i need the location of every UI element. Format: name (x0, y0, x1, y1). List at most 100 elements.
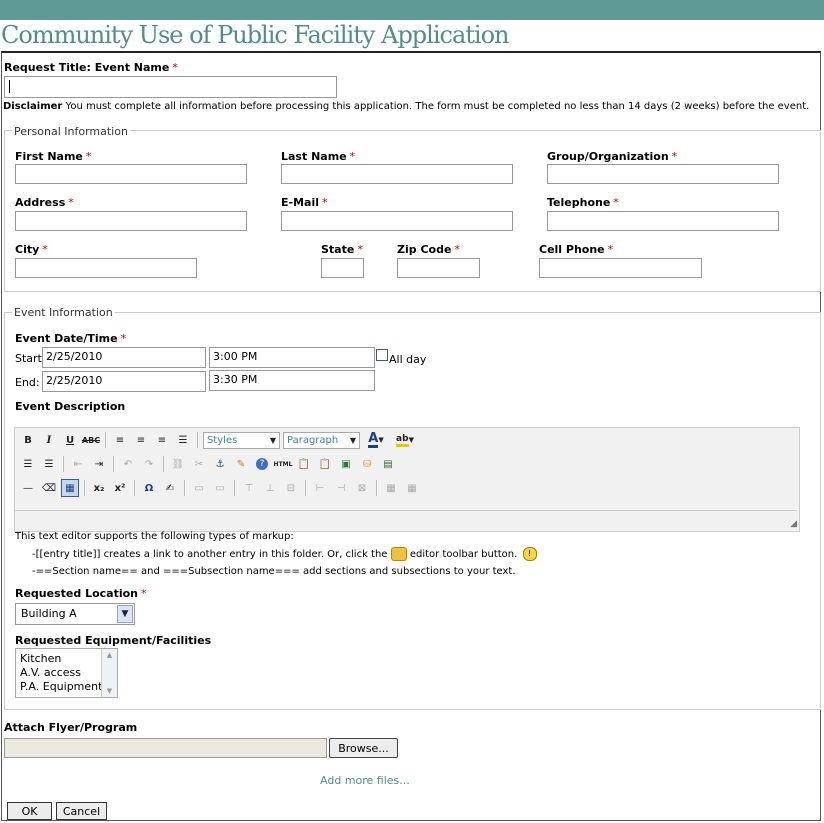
split-cells-icon[interactable]: ▦ (382, 479, 400, 497)
first-name-label: First Name * (15, 150, 92, 163)
requested-location-select[interactable]: Building A ▼ (15, 603, 135, 625)
requested-equipment-label: Requested Equipment/Facilities (15, 634, 212, 647)
text-color-icon[interactable]: A ▼ (363, 431, 389, 449)
disclaimer: Disclaimer You must complete all informa… (3, 101, 809, 112)
align-left-icon[interactable]: ≡ (111, 431, 129, 449)
end-time-input[interactable]: 3:30 PM (209, 370, 375, 391)
unlink-icon[interactable]: ✂ (190, 455, 208, 473)
state-label: State * (321, 243, 363, 256)
list-item[interactable]: Kitchen (20, 652, 102, 666)
redo-icon[interactable]: ↷ (140, 455, 158, 473)
delete-col-icon[interactable]: ⊠ (353, 479, 371, 497)
insert-col-after-icon[interactable]: ⊣ (332, 479, 350, 497)
list-item[interactable]: A.V. access (20, 666, 102, 680)
chevron-down-icon[interactable]: ▼ (117, 605, 133, 623)
editor-toolbar-row-1: B I U ABC ≡ ≡ ≡ ☰ Styles ▼ Paragraph ▼ A ▼ … (19, 430, 418, 450)
merge-cells-icon[interactable]: ▦ (403, 479, 421, 497)
last-name-label: Last Name * (281, 150, 356, 163)
rich-text-editor: B I U ABC ≡ ≡ ≡ ☰ Styles ▼ Paragraph ▼ A ▼ … (14, 427, 800, 532)
equipment-listbox[interactable]: Kitchen A.V. access P.A. Equipment ▲ ▼ (15, 648, 118, 698)
browse-button[interactable]: Browse... (329, 738, 398, 758)
address-input[interactable] (15, 211, 247, 231)
table-cell-props-icon[interactable]: ▭ (211, 479, 229, 497)
state-input[interactable] (321, 258, 364, 278)
indent-icon[interactable]: ⇥ (90, 455, 108, 473)
highlight-color-icon[interactable]: ab ▼ (392, 431, 418, 449)
html-icon[interactable]: HTML (274, 455, 293, 473)
attach-flyer-label: Attach Flyer/Program (4, 721, 138, 734)
all-day-checkbox[interactable] (376, 349, 388, 361)
event-info-legend: Event Information (12, 306, 115, 319)
first-name-input[interactable] (15, 164, 247, 184)
justify-icon[interactable]: ☰ (174, 431, 192, 449)
start-date-input[interactable]: 2/25/2010 (42, 347, 206, 368)
insert-row-after-icon[interactable]: ⊥ (261, 479, 279, 497)
paste-word-icon[interactable]: 📋 (316, 455, 334, 473)
styles-dropdown[interactable]: Styles ▼ (203, 431, 280, 449)
table-row-props-icon[interactable]: ▭ (190, 479, 208, 497)
special-char-icon[interactable]: Ω (140, 479, 158, 497)
personal-info-legend: Personal Information (12, 125, 130, 138)
scroll-up-icon[interactable]: ▲ (102, 651, 117, 659)
ok-button[interactable]: OK (7, 802, 52, 820)
request-title-input[interactable] (4, 76, 337, 98)
horizontal-rule-icon[interactable]: — (19, 479, 37, 497)
markup-help-line-1: -[[entry title]] creates a link to anoth… (32, 547, 537, 561)
telephone-input[interactable] (547, 211, 779, 231)
event-datetime-label: Event Date/Time * (15, 332, 127, 345)
align-center-icon[interactable]: ≡ (132, 431, 150, 449)
start-time-input[interactable]: 3:00 PM (209, 347, 375, 368)
cell-phone-input[interactable] (539, 258, 702, 278)
markup-help-intro: This text editor supports the following … (15, 531, 294, 542)
scroll-down-icon[interactable]: ▼ (102, 687, 117, 695)
delete-row-icon[interactable]: ⊟ (282, 479, 300, 497)
anchor-icon[interactable]: ⚓ (211, 455, 229, 473)
zip-label: Zip Code * (397, 243, 460, 256)
editor-toolbar-row-3: — ⌫ ▦ x₂ x² Ω ✍ ▭ ▭ ⊤ ⊥ ⊟ ⊢ ⊣ ⊠ ▦ ▦ (19, 478, 421, 498)
numbered-list-icon[interactable]: ☰ (40, 455, 58, 473)
paragraph-dropdown[interactable]: Paragraph ▼ (283, 431, 360, 449)
insert-media-icon[interactable]: ▤ (379, 455, 397, 473)
insert-entry-icon-inline (390, 547, 407, 561)
outdent-icon[interactable]: ⇤ (69, 455, 87, 473)
subscript-icon[interactable]: x₂ (90, 479, 108, 497)
italic-icon[interactable]: I (40, 431, 58, 449)
insert-row-before-icon[interactable]: ⊤ (240, 479, 258, 497)
markup-help-line-2: -==Section name== and ===Subsection name… (32, 566, 516, 577)
insert-entry-icon[interactable]: ⛁ (358, 455, 376, 473)
cell-phone-label: Cell Phone * (539, 243, 614, 256)
city-input[interactable] (15, 258, 197, 278)
file-path-input[interactable] (4, 738, 327, 758)
request-title-label: Request Title: Event Name * (4, 61, 178, 74)
table-icon[interactable]: ▦ (61, 479, 79, 497)
insert-image-icon[interactable]: ▣ (337, 455, 355, 473)
underline-icon[interactable]: U (61, 431, 79, 449)
help-icon[interactable]: ? (253, 455, 271, 473)
superscript-icon[interactable]: x² (111, 479, 129, 497)
event-description-label: Event Description (15, 400, 126, 413)
last-name-input[interactable] (281, 164, 513, 184)
bold-icon[interactable]: B (19, 431, 37, 449)
link-icon[interactable]: ⛓ (169, 455, 187, 473)
zip-input[interactable] (397, 258, 480, 278)
resize-handle-icon[interactable]: ◢ (790, 519, 797, 529)
bullet-list-icon[interactable]: ☰ (19, 455, 37, 473)
add-more-files-link[interactable]: Add more files... (320, 774, 410, 787)
info-icon[interactable]: ! (522, 547, 537, 561)
email-input[interactable] (281, 211, 513, 231)
cancel-button[interactable]: Cancel (56, 802, 107, 820)
undo-icon[interactable]: ↶ (119, 455, 137, 473)
listbox-scrollbar[interactable]: ▲ ▼ (101, 649, 117, 697)
end-date-input[interactable]: 2/25/2010 (42, 371, 206, 392)
text-cursor (9, 80, 10, 93)
strikethrough-icon[interactable]: ABC (82, 431, 100, 449)
align-right-icon[interactable]: ≡ (153, 431, 171, 449)
list-item[interactable]: P.A. Equipment (20, 680, 102, 694)
edit-icon[interactable]: ✍ (161, 479, 179, 497)
remove-format-icon[interactable]: ⌫ (40, 479, 58, 497)
editor-text-area[interactable] (15, 510, 797, 530)
paste-text-icon[interactable]: 📋 (295, 455, 313, 473)
insert-col-before-icon[interactable]: ⊢ (311, 479, 329, 497)
cleanup-icon[interactable]: ✎ (232, 455, 250, 473)
group-input[interactable] (547, 164, 779, 184)
